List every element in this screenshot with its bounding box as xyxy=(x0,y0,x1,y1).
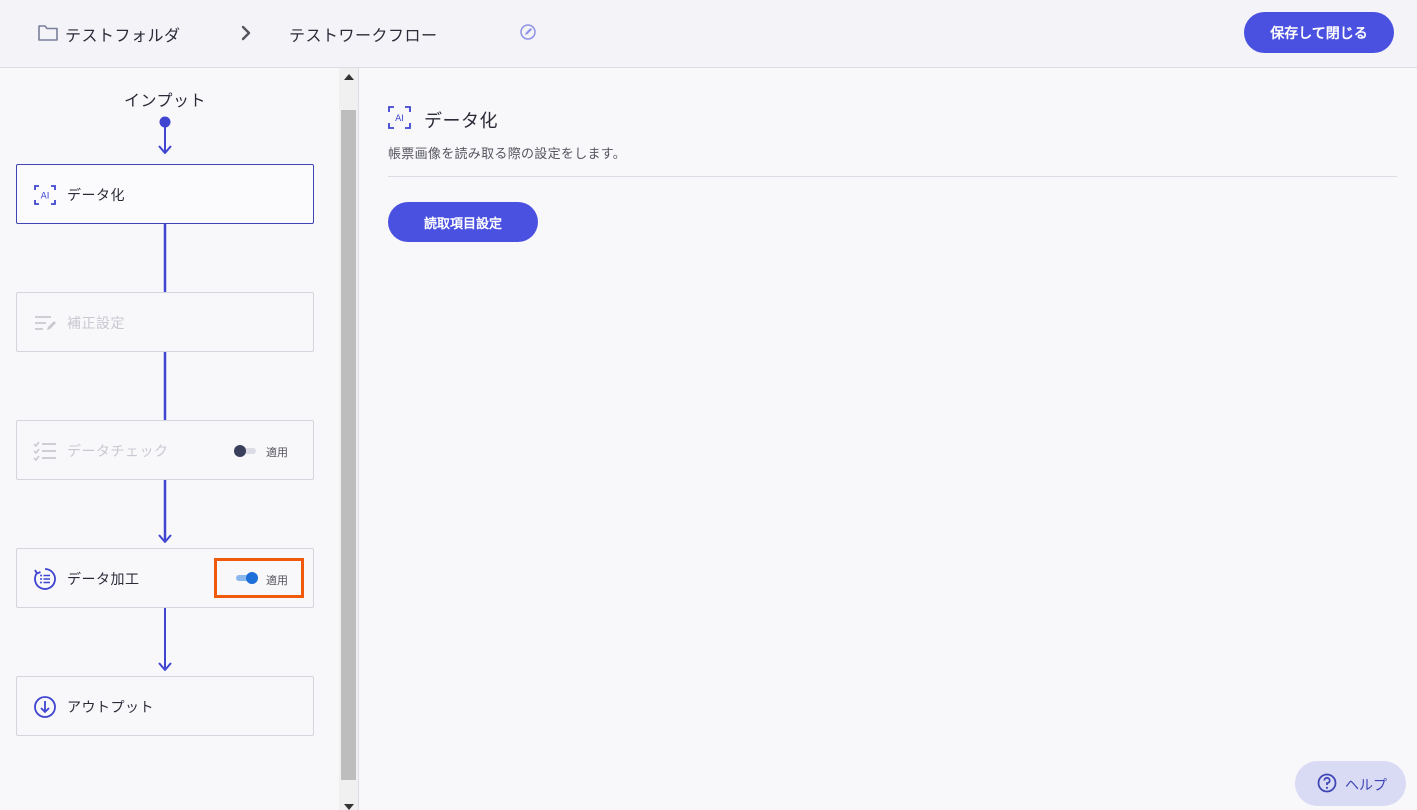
chevron-right-icon xyxy=(241,25,251,41)
processing-icon xyxy=(34,568,56,590)
breadcrumb-workflow: テストワークフロー xyxy=(289,26,438,45)
node-label: アウトプット xyxy=(67,700,154,716)
node-correction[interactable]: 補正設定 xyxy=(16,292,314,352)
svg-text:AI: AI xyxy=(41,192,50,202)
svg-text:AI: AI xyxy=(395,114,404,124)
breadcrumb-folder[interactable]: テストフォルダ xyxy=(65,22,181,46)
node-data-extraction[interactable]: AI データ化 xyxy=(16,164,314,224)
help-label: ヘルプ xyxy=(1345,778,1387,794)
node-data-check[interactable]: データチェック 適用 xyxy=(16,420,314,480)
flow-scrollbar[interactable] xyxy=(339,68,359,810)
download-circle-icon xyxy=(34,696,56,718)
divider xyxy=(388,176,1397,177)
node-label: データ化 xyxy=(67,188,125,204)
help-button[interactable]: ヘルプ xyxy=(1295,761,1406,806)
scroll-down-arrow-icon[interactable] xyxy=(344,804,354,810)
correction-icon xyxy=(35,316,56,330)
folder-icon xyxy=(38,25,58,41)
header: テストフォルダ テストワークフロー 保存して閉じる xyxy=(0,0,1417,68)
detail-description: 帳票画像を読み取る際の設定をします。 xyxy=(388,147,627,162)
highlight-annotation xyxy=(214,558,304,598)
node-output[interactable]: アウトプット xyxy=(16,676,314,736)
read-items-settings-button[interactable]: 読取項目設定 xyxy=(388,202,538,242)
apply-toggle-data-check[interactable] xyxy=(234,445,256,457)
checklist-icon xyxy=(33,441,56,462)
node-label: 補正設定 xyxy=(67,316,125,332)
question-circle-icon xyxy=(1317,773,1337,793)
node-label: データチェック xyxy=(67,444,169,460)
scroll-thumb[interactable] xyxy=(341,110,356,780)
node-label: データ加工 xyxy=(67,572,140,588)
ai-scan-icon: AI xyxy=(34,185,56,205)
scroll-up-arrow-icon[interactable] xyxy=(344,74,354,80)
ai-scan-icon: AI xyxy=(388,106,411,129)
edit-icon[interactable] xyxy=(519,23,537,41)
apply-toggle-label: 適用 xyxy=(266,446,288,459)
detail-title: データ化 xyxy=(424,111,498,132)
save-and-close-button[interactable]: 保存して閉じる xyxy=(1244,12,1394,53)
input-label: インプット xyxy=(123,91,207,110)
